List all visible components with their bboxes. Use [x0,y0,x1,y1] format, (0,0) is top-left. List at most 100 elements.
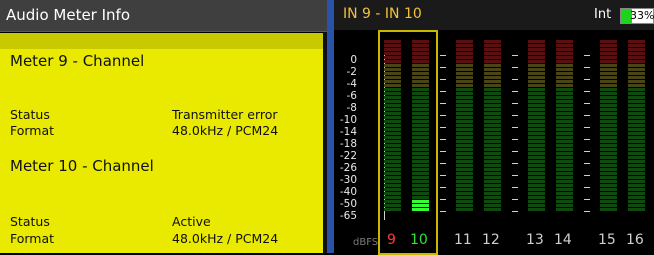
meter-segment [484,200,501,203]
meter-segment [528,160,545,163]
meter-segment [556,56,573,59]
meter-tick-mark [440,211,446,212]
meter-segment [456,124,473,127]
meter-segment [556,48,573,51]
meter-segment [456,208,473,211]
meter-segment [600,208,617,211]
meter-segment [628,208,645,211]
meter-segment [556,52,573,55]
meter-segment [456,68,473,71]
meter-tick-mark [440,175,446,176]
meter-segment [484,204,501,207]
meter-segment [556,68,573,71]
meter-segment [600,40,617,43]
meter-segment [628,140,645,143]
meter-tick-mark [440,199,446,200]
channel-label-15: 15 [598,232,616,248]
meter-segment [484,48,501,51]
meter-segment [456,132,473,135]
meter-segment [528,204,545,207]
meter-segment [628,68,645,71]
meter-segment [528,76,545,79]
meter-segment [628,76,645,79]
meter-segment [456,88,473,91]
meter-segment [628,144,645,147]
meter-segment [600,92,617,95]
meter-segment [484,152,501,155]
meter-segment [456,40,473,43]
meter-segment [456,192,473,195]
meter-ch-12 [484,40,501,224]
meter-tick-mark [440,67,446,68]
scale-tick: -26 [339,162,357,174]
meter-segment [628,56,645,59]
meter-segment [600,152,617,155]
meter-tick-mark [512,55,518,56]
meter-tick-mark [584,199,590,200]
meter-segment [456,108,473,111]
meter-segment [456,148,473,151]
meter-segment [484,44,501,47]
meter-segment [628,84,645,87]
meter-segment [628,72,645,75]
meter-segment [556,144,573,147]
meter-ch-14 [556,40,573,224]
meter-segment [528,196,545,199]
meter-10-status-label: Status [10,214,50,229]
meter-tick-mark [512,67,518,68]
meter-segment [456,164,473,167]
meter-segment [600,48,617,51]
meter-segment [484,192,501,195]
meter-segment [484,144,501,147]
meter-segment [456,160,473,163]
meter-segment [484,176,501,179]
meter-segment [456,176,473,179]
meter-segment [628,80,645,83]
meter-segment [556,96,573,99]
meter-segment [484,208,501,211]
meter-segment [556,88,573,91]
meter-segment [456,116,473,119]
meter-segment [556,112,573,115]
meter-segment [628,152,645,155]
meter-tick-mark [584,91,590,92]
meter-segment [484,124,501,127]
meter-segment [556,72,573,75]
meter-segment [556,152,573,155]
meter-segment [456,200,473,203]
meter-segment [600,156,617,159]
scale-tick: -4 [346,78,357,90]
meter-segment [528,152,545,155]
meter-segment [556,204,573,207]
meter-segment [528,112,545,115]
meter-segment [556,208,573,211]
meter-segment [556,64,573,67]
channel-label-14: 14 [554,232,572,248]
meter-segment [628,120,645,123]
meter-segment [556,188,573,191]
meter-segment [628,108,645,111]
meter-segment [528,60,545,63]
meter-segment [528,188,545,191]
meter-segment [628,148,645,151]
meter-segment [484,112,501,115]
meter-segment [628,112,645,115]
meter-ch-13 [528,40,545,224]
meter-segment [484,88,501,91]
left-title: Audio Meter Info [6,6,131,24]
meter-segment [528,208,545,211]
meter-segment [600,124,617,127]
meter-segment [600,180,617,183]
meter-segment [600,136,617,139]
meter-segment [484,92,501,95]
meter-segment [628,124,645,127]
selected-channel-pair[interactable] [378,30,438,255]
meter-segment [456,96,473,99]
meter-segment [628,168,645,171]
meter-segment [600,144,617,147]
left-title-bar: Audio Meter Info [0,0,327,32]
meter-segment [484,100,501,103]
meter-segment [456,84,473,87]
meter-segment [556,120,573,123]
meter-segment [600,76,617,79]
